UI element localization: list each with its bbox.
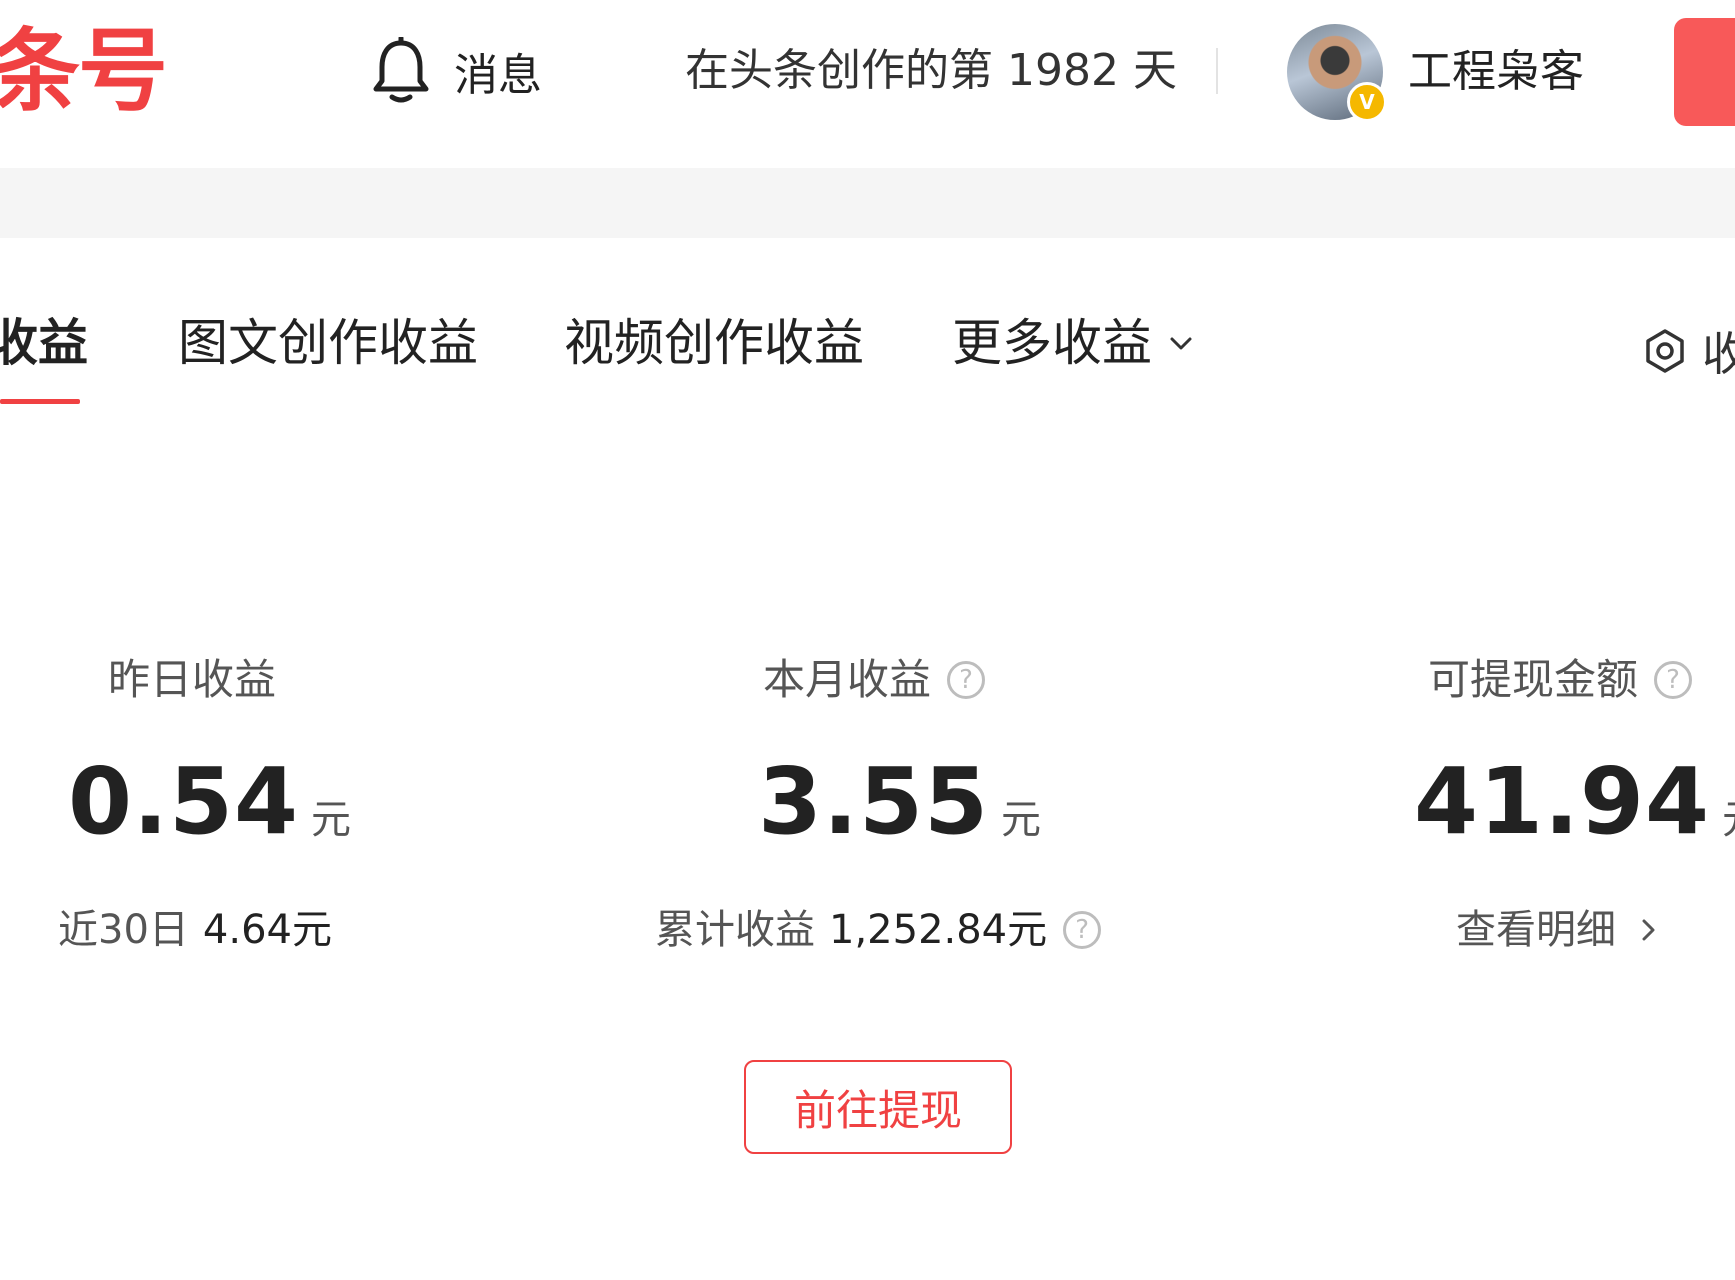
yesterday-income-label-text: 昨日收益 (108, 655, 277, 704)
month-income-value: 3.55 元 (758, 752, 1041, 852)
verified-badge: V (1347, 82, 1387, 122)
bell-icon (373, 37, 429, 103)
chevron-down-icon (1170, 337, 1192, 350)
help-icon[interactable]: ? (1654, 661, 1693, 699)
avatar[interactable]: V (1287, 24, 1387, 122)
total-income-label: 累计收益 (655, 907, 815, 953)
yesterday-income-number: 0.54 (68, 748, 299, 855)
month-income-label-text: 本月收益 (763, 655, 932, 704)
view-details-link[interactable]: 查看明细 (1456, 900, 1662, 960)
withdraw-button[interactable]: 前往提现 (744, 1060, 1012, 1154)
publish-button[interactable] (1674, 18, 1735, 126)
total-income: 累计收益 1,252.84元 ? (655, 900, 1102, 960)
total-income-value: 1,252.84元 (829, 907, 1048, 953)
active-tab-indicator (0, 399, 80, 404)
brand-logo[interactable]: 条号 (0, 22, 168, 122)
tab-more-label: 更多收益 (952, 314, 1152, 372)
username[interactable]: 工程枭客 (1408, 40, 1584, 104)
withdrawable-unit: 元 (1722, 787, 1735, 845)
withdrawable-number: 41.94 (1414, 748, 1711, 855)
last-30-days-label: 近30日 (58, 907, 189, 953)
withdrawable-amount-value: 41.94 元 (1414, 752, 1735, 852)
tab-video-income[interactable]: 视频创作收益 (564, 308, 864, 378)
tab-more-income[interactable]: 更多收益 (952, 308, 1196, 378)
month-income-number: 3.55 (758, 748, 989, 855)
yesterday-income-unit: 元 (311, 797, 351, 843)
header-divider (1216, 48, 1218, 94)
withdrawable-label-text: 可提现金额 (1428, 655, 1639, 704)
last-30-days-income: 近30日 4.64元 (58, 900, 332, 960)
tab-income-overview[interactable]: 收益 (0, 308, 88, 378)
yesterday-income-label: 昨日收益 (108, 650, 276, 710)
yesterday-income-value: 0.54 元 (68, 752, 351, 852)
gear-icon (1646, 329, 1684, 373)
creation-days-text: 在头条创作的第 1982 天 (685, 45, 1177, 96)
settings-label: 收 (1702, 327, 1735, 381)
chevron-right-icon (1642, 919, 1655, 941)
withdrawable-amount-label: 可提现金额 ? (1428, 650, 1693, 710)
income-page: 条号 消息 在头条创作的第 1982 天 V 工程枭客 收益 图文创作收益 视频… (0, 0, 1735, 1280)
help-icon[interactable]: ? (947, 661, 986, 699)
income-settings-link[interactable]: 收 (1642, 318, 1735, 384)
month-income-label: 本月收益 ? (763, 650, 986, 710)
income-tabs: 收益 图文创作收益 视频创作收益 更多收益 收 (0, 238, 1735, 418)
last-30-days-value: 4.64元 (202, 907, 332, 953)
view-details-label: 查看明细 (1456, 907, 1616, 953)
month-income-unit: 元 (1001, 797, 1041, 843)
help-icon[interactable]: ? (1063, 911, 1102, 949)
gray-band (0, 168, 1735, 238)
messages-button[interactable]: 消息 (370, 36, 542, 106)
top-header: 条号 消息 在头条创作的第 1982 天 V 工程枭客 (0, 0, 1735, 168)
messages-label: 消息 (454, 50, 542, 101)
tab-article-income[interactable]: 图文创作收益 (178, 308, 478, 378)
